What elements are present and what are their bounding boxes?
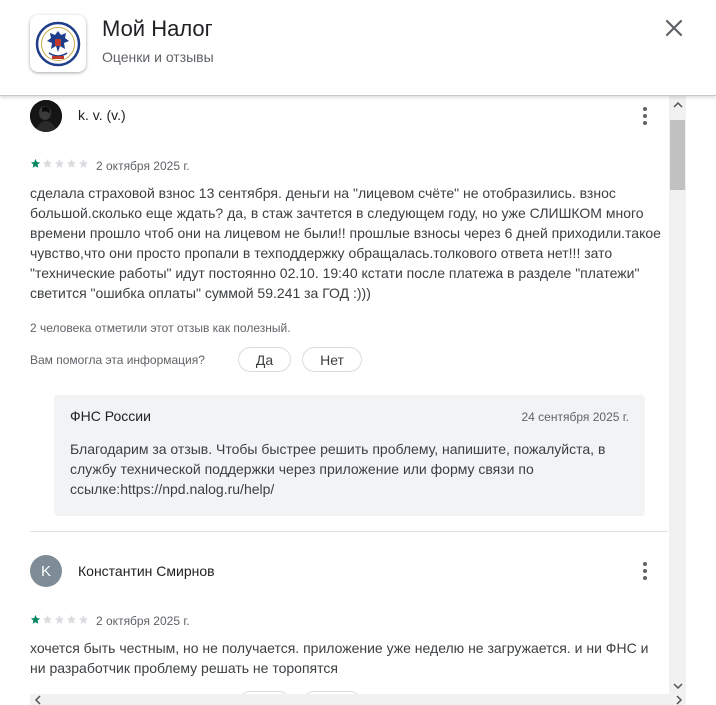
star-empty-icon: [42, 614, 53, 624]
scroll-left-arrow-icon[interactable]: [32, 694, 44, 705]
fns-emblem-icon: [30, 15, 86, 72]
star-empty-icon: [66, 158, 77, 168]
helpful-yes-button[interactable]: Да: [238, 347, 291, 372]
app-header: Мой Налог Оценки и отзывы: [0, 0, 716, 96]
developer-reply-date: 24 сентября 2025 г.: [521, 410, 630, 424]
star-empty-icon: [66, 614, 77, 624]
developer-reply: ФНС России 24 сентября 2025 г. Благодари…: [54, 395, 645, 516]
review-author: Константин Смирнов: [78, 563, 215, 579]
review-divider: [30, 531, 668, 532]
app-subtitle: Оценки и отзывы: [102, 49, 214, 65]
review-text: хочется быть честным, но не получается. …: [30, 640, 649, 676]
review-date: 2 октября 2025 г.: [96, 159, 190, 173]
more-options-icon[interactable]: [637, 104, 653, 128]
app-title: Мой Налог: [102, 16, 213, 41]
horizontal-scrollbar[interactable]: [30, 694, 686, 705]
star-filled-icon: [30, 614, 41, 624]
avatar: [30, 100, 62, 132]
helpful-count: 2 человека отметили этот отзыв как полез…: [30, 321, 291, 335]
review-date: 2 октября 2025 г.: [96, 614, 190, 628]
avatar: K: [30, 555, 62, 587]
developer-name: ФНС России: [70, 408, 151, 424]
reviews-list[interactable]: k. v. (v.) 2 октября 2025 г. сделала стр…: [0, 96, 716, 705]
scroll-right-arrow-icon[interactable]: [672, 694, 684, 705]
review-text: сделала страховой взнос 13 сентября. ден…: [30, 185, 661, 301]
review-author: k. v. (v.): [78, 107, 126, 123]
star-empty-icon: [78, 614, 89, 624]
scroll-down-arrow-icon[interactable]: [669, 679, 686, 693]
more-options-icon[interactable]: [637, 559, 653, 583]
helpful-no-button[interactable]: Нет: [302, 347, 362, 372]
developer-reply-text: Благодарим за отзыв. Чтобы быстрее решит…: [70, 441, 606, 497]
star-empty-icon: [54, 158, 65, 168]
star-empty-icon: [42, 158, 53, 168]
helpful-question: Вам помогла эта информация?: [30, 353, 205, 367]
scroll-up-arrow-icon[interactable]: [669, 98, 686, 112]
star-empty-icon: [78, 158, 89, 168]
close-icon[interactable]: [660, 14, 688, 42]
vertical-scrollbar-thumb[interactable]: [670, 120, 685, 190]
star-empty-icon: [54, 614, 65, 624]
star-filled-icon: [30, 158, 41, 168]
vertical-scrollbar[interactable]: [669, 96, 686, 694]
rating-stars: [30, 158, 89, 169]
rating-stars: [30, 614, 89, 625]
